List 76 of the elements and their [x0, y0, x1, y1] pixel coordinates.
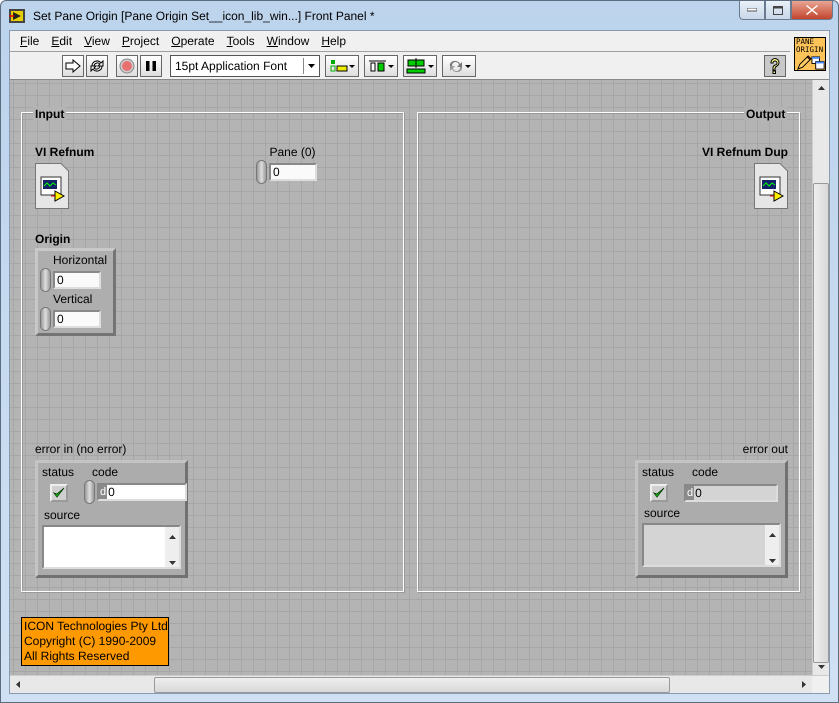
code-field: d 0: [684, 484, 778, 502]
copyright-notice: ICON Technologies Pty Ltd Copyright (C) 1990-2009 All Rights Reserved: [21, 617, 169, 666]
maximize-button[interactable]: [765, 1, 791, 20]
close-icon: [806, 5, 818, 15]
numeric-field[interactable]: 0: [53, 310, 101, 328]
stop-icon: [119, 58, 135, 74]
run-button[interactable]: [62, 54, 84, 76]
status-indicator[interactable]: [50, 484, 68, 502]
section-label: Output: [744, 107, 788, 121]
minimize-icon: [747, 8, 757, 12]
error-cluster-label: error in (no error): [35, 442, 126, 457]
increment-decrement-control[interactable]: [40, 268, 51, 292]
scroll-up-icon[interactable]: [768, 533, 776, 537]
vi-refnum-icon[interactable]: [35, 163, 69, 209]
resize-icon: [406, 58, 434, 74]
resize-objects-button[interactable]: [403, 54, 437, 76]
refnum-label: VI Refnum: [35, 145, 94, 160]
menu-item[interactable]: Project: [116, 34, 166, 48]
reorder-button[interactable]: [442, 54, 476, 76]
maximize-icon: [773, 6, 783, 14]
code-label: code: [92, 465, 118, 480]
vi-refnum-icon[interactable]: [754, 163, 788, 209]
scroll-down-icon[interactable]: [818, 665, 824, 669]
source-field[interactable]: [42, 525, 181, 569]
scroll-down-icon[interactable]: [768, 559, 776, 563]
source-label: source: [44, 508, 82, 523]
menu-item[interactable]: Edit: [45, 34, 78, 48]
numeric-field[interactable]: 0: [53, 271, 101, 289]
pencil-windows-icon: [796, 55, 825, 70]
close-button[interactable]: [791, 1, 833, 20]
font-dropdown[interactable]: 15pt Application Font: [170, 54, 320, 76]
minimize-button[interactable]: [739, 1, 765, 20]
menu-item[interactable]: Window: [260, 34, 316, 48]
circular-arrows-icon: [89, 58, 105, 74]
increment-decrement-control[interactable]: [84, 480, 96, 504]
menu-item[interactable]: Help: [315, 34, 352, 48]
vertical-scrollbar[interactable]: [812, 80, 829, 675]
scroll-up-icon[interactable]: [818, 86, 824, 90]
section-label: Input: [33, 107, 66, 121]
increment-decrement-control[interactable]: [40, 307, 51, 331]
scroll-left-icon[interactable]: [16, 681, 20, 688]
numeric-field[interactable]: 0: [269, 163, 317, 181]
source-label: source: [644, 506, 682, 521]
align-icon: [329, 58, 355, 74]
status-label: status: [42, 465, 74, 480]
distribute-icon: [368, 58, 394, 74]
code-field[interactable]: d 0: [97, 483, 188, 501]
abort-button[interactable]: [116, 54, 138, 76]
arrow-icon: [65, 58, 81, 72]
code-label: code: [692, 465, 718, 480]
scroll-up-icon[interactable]: [168, 535, 176, 539]
status-label: status: [642, 465, 674, 480]
run-continuously-button[interactable]: [86, 54, 108, 76]
pause-button[interactable]: [140, 54, 162, 76]
help-button[interactable]: [764, 54, 786, 76]
pause-icon: [145, 60, 157, 72]
menu-item[interactable]: Tools: [220, 34, 261, 48]
refnum-label: VI Refnum Dup: [702, 145, 788, 160]
numeric-label: Vertical: [53, 292, 94, 307]
window-title: Set Pane Origin [Pane Origin Set__icon_lib_win...] Front Panel *: [33, 8, 375, 22]
distribute-objects-button[interactable]: [364, 54, 398, 76]
numeric-label: Pane (0): [269, 145, 316, 160]
dropdown-caret-icon: [308, 64, 315, 68]
menu-item[interactable]: File: [14, 34, 46, 48]
menu-item[interactable]: View: [78, 34, 116, 48]
numeric-label: Horizontal: [53, 253, 108, 268]
question-mark-icon: [768, 56, 782, 74]
increment-decrement-control[interactable]: [256, 160, 267, 184]
align-objects-button[interactable]: [325, 54, 359, 76]
cluster-label: Origin: [35, 232, 70, 247]
menu-item[interactable]: Operate: [165, 34, 221, 48]
error-cluster-label: error out: [742, 442, 788, 457]
horizontal-scrollbar[interactable]: [10, 676, 812, 693]
scroll-down-icon[interactable]: [168, 561, 176, 565]
app-icon: [9, 8, 25, 22]
scroll-right-icon[interactable]: [802, 681, 806, 688]
